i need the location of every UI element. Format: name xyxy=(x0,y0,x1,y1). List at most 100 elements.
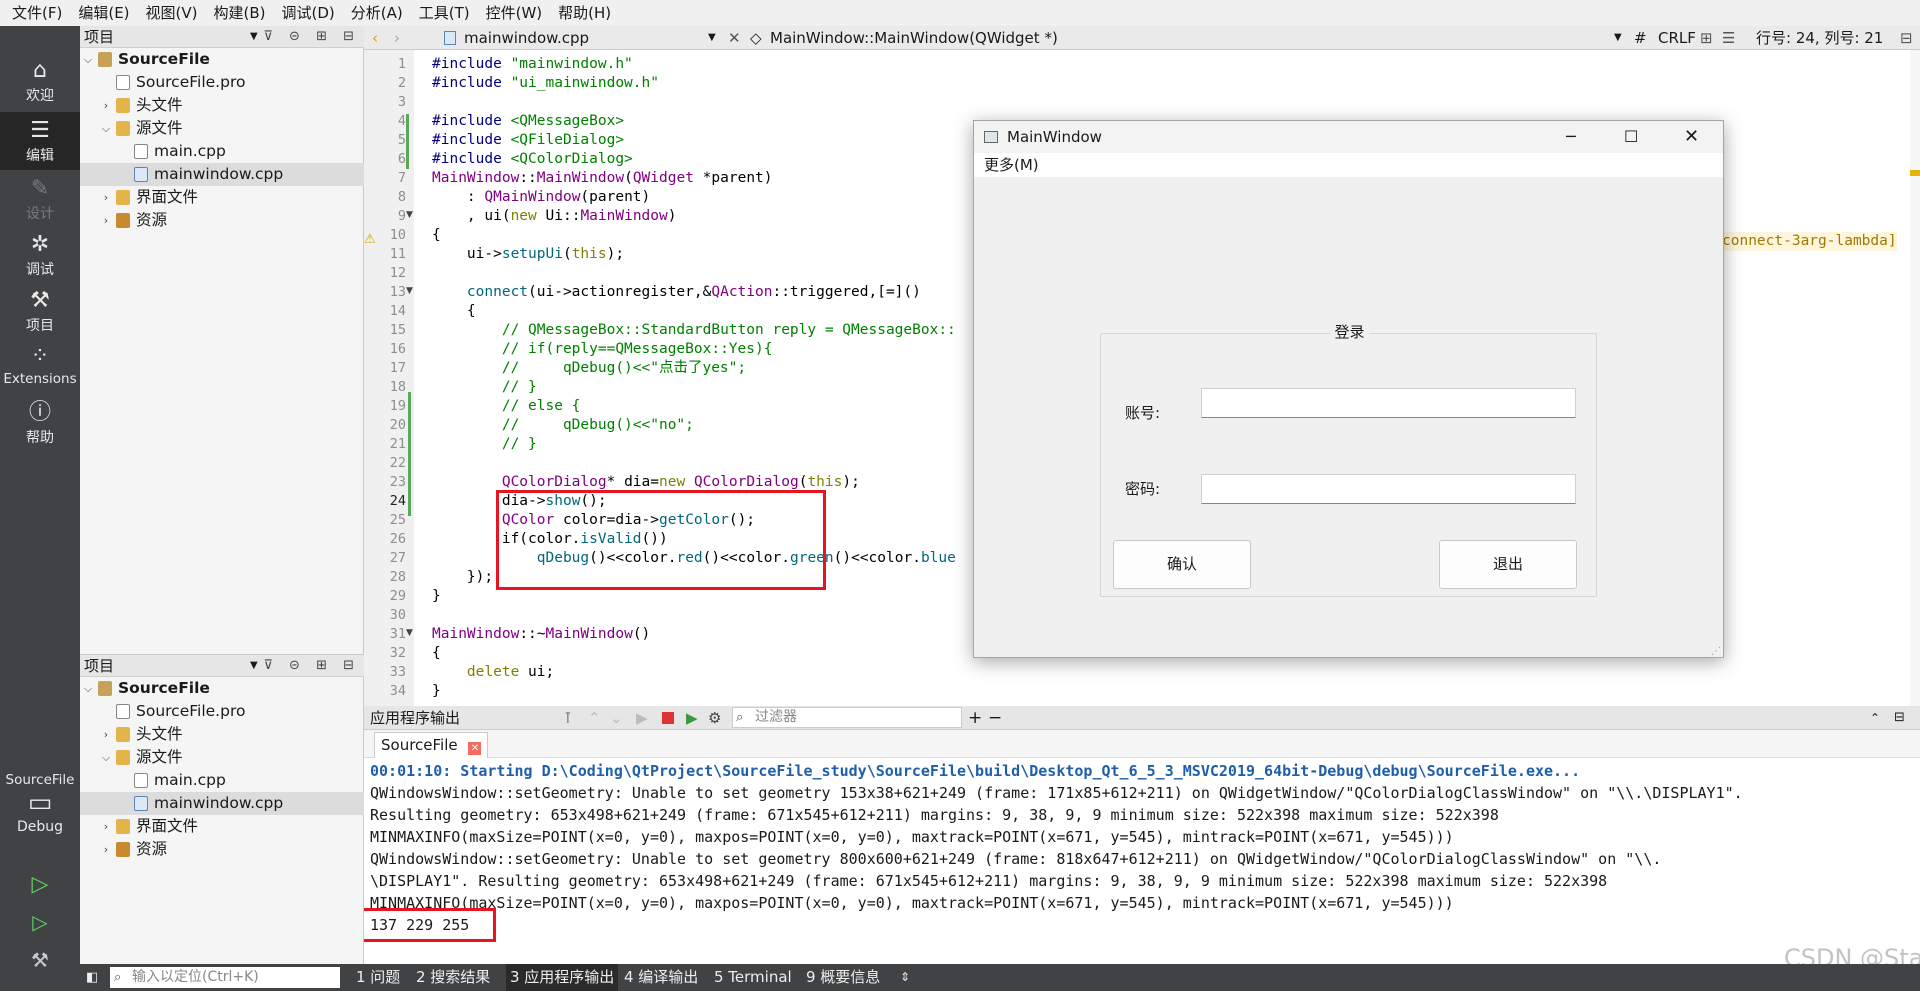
status-tab-app-output[interactable]: 3 应用程序输出 xyxy=(506,964,619,991)
split-editor-icon[interactable]: ⊟ xyxy=(1900,26,1913,50)
code-line[interactable]: : QMainWindow(parent) xyxy=(432,188,650,207)
confirm-button[interactable]: 确认 xyxy=(1113,540,1251,589)
code-line[interactable]: } xyxy=(432,682,441,701)
fold-arrow-icon[interactable]: ▼ xyxy=(406,286,413,296)
menu-edit[interactable]: 编辑(E) xyxy=(70,0,137,26)
status-tab-compile[interactable]: 4 编译输出 xyxy=(624,964,698,991)
code-line[interactable]: MainWindow::MainWindow(QWidget *parent) xyxy=(432,169,773,188)
filter-input[interactable]: 过滤器 xyxy=(732,707,962,728)
resize-grip-icon[interactable]: ⋰ xyxy=(1711,646,1721,657)
mode-edit[interactable]: ☰ 编辑 xyxy=(0,112,80,170)
code-line[interactable]: }); xyxy=(432,568,493,587)
add-icon[interactable]: + xyxy=(968,706,982,730)
pane-tools[interactable]: ⊽ ⊝ ⊞ ⊟ xyxy=(263,655,360,677)
code-line[interactable]: { xyxy=(432,226,441,245)
code-line[interactable]: #include <QColorDialog> xyxy=(432,150,633,169)
stop-button[interactable] xyxy=(662,712,674,724)
code-line[interactable]: // } xyxy=(432,435,537,454)
tree-item-root[interactable]: ⌵ SourceFile xyxy=(80,677,364,700)
code-line[interactable]: // QMessageBox::StandardButton reply = Q… xyxy=(432,321,956,340)
code-line[interactable]: #include <QFileDialog> xyxy=(432,131,624,150)
attach-icon[interactable]: ⊺ xyxy=(564,706,572,730)
code-line[interactable]: , ui(new Ui::MainWindow) xyxy=(432,207,677,226)
debug-attach-icon[interactable]: ▶ xyxy=(686,706,698,730)
symbol-dropdown-icon[interactable]: ▼ xyxy=(1614,26,1622,50)
fold-arrow-icon[interactable]: ▼ xyxy=(406,210,413,220)
pane-tools[interactable]: ⊽ ⊝ ⊞ ⊟ xyxy=(263,26,360,48)
mode-extensions[interactable]: ⁘ Extensions xyxy=(0,344,80,402)
debug-run-button[interactable]: ▷ xyxy=(0,910,80,940)
file-dropdown-icon[interactable]: ▼ xyxy=(708,26,716,50)
kit-selector[interactable]: SourceFile ▭ Debug xyxy=(0,772,80,862)
code-line[interactable]: // } xyxy=(432,378,537,397)
code-line[interactable]: #include "ui_mainwindow.h" xyxy=(432,74,659,93)
dropdown-arrow-icon[interactable]: ▼ xyxy=(250,26,258,48)
down-arrow-icon[interactable]: ⌄ xyxy=(610,706,623,730)
menu-widgets[interactable]: 控件(W) xyxy=(478,0,551,26)
code-line[interactable]: MainWindow::~MainWindow() xyxy=(432,625,650,644)
code-line[interactable]: ui->setupUi(this); xyxy=(432,245,624,264)
code-line[interactable]: #include <QMessageBox> xyxy=(432,112,624,131)
mode-debug[interactable]: ✲ 调试 xyxy=(0,232,80,290)
more-tabs-icon[interactable]: ⇕ xyxy=(900,964,910,991)
close-file-icon[interactable]: ✕ xyxy=(728,26,741,50)
mode-help[interactable]: ⓘ 帮助 xyxy=(0,400,80,458)
forward-arrow-icon[interactable]: › xyxy=(394,26,400,50)
close-tab-icon[interactable]: ✕ xyxy=(468,742,482,755)
tree-item-main[interactable]: main.cpp xyxy=(80,140,364,163)
password-input[interactable] xyxy=(1201,474,1576,504)
code-line[interactable]: #include "mainwindow.h" xyxy=(432,55,633,74)
rerun-icon[interactable]: ▶ xyxy=(636,706,648,730)
code-line[interactable]: connect(ui->actionregister,&QAction::tri… xyxy=(432,283,921,302)
open-file-name[interactable]: mainwindow.cpp xyxy=(464,26,589,50)
account-input[interactable] xyxy=(1201,388,1576,418)
menu-build[interactable]: 构建(B) xyxy=(206,0,274,26)
split-icon[interactable]: ⊞ xyxy=(1700,26,1713,50)
tree-item-headers[interactable]: › 头文件 xyxy=(80,723,364,746)
line-ending-selector[interactable]: CRLF xyxy=(1658,26,1696,50)
sidebar-toggle-icon[interactable]: ◧ xyxy=(86,964,98,991)
editor-scrollbar[interactable] xyxy=(1910,50,1920,706)
doc-icon[interactable]: ☰ xyxy=(1722,26,1735,50)
mode-project[interactable]: ⚒ 项目 xyxy=(0,288,80,346)
menu-analyze[interactable]: 分析(A) xyxy=(343,0,411,26)
output-tab-sourcefile[interactable]: SourceFile ✕ xyxy=(374,732,489,758)
remove-icon[interactable]: − xyxy=(988,706,1002,730)
menu-view[interactable]: 视图(V) xyxy=(138,0,206,26)
close-pane-icon[interactable]: ⊟ xyxy=(1894,706,1905,730)
tree-item-sources[interactable]: ⌵ 源文件 xyxy=(80,117,364,140)
menu-debug[interactable]: 调试(D) xyxy=(274,0,343,26)
tree-item-main[interactable]: main.cpp xyxy=(80,769,364,792)
menu-file[interactable]: 文件(F) xyxy=(4,0,70,26)
tree-item-pro[interactable]: SourceFile.pro xyxy=(80,700,364,723)
menu-more[interactable]: 更多(M) xyxy=(984,156,1039,174)
code-line[interactable]: delete ui; xyxy=(432,663,554,682)
tree-item-mainwindow[interactable]: mainwindow.cpp xyxy=(80,792,364,815)
application-output[interactable]: 00:01:10: Starting D:\Coding\QtProject\S… xyxy=(364,758,1920,964)
tree-item-mainwindow[interactable]: mainwindow.cpp xyxy=(80,163,364,186)
status-tab-general[interactable]: 9 概要信息 xyxy=(806,964,880,991)
code-line[interactable]: { xyxy=(432,644,441,663)
code-line[interactable]: { xyxy=(432,302,476,321)
tree-item-headers[interactable]: › 头文件 xyxy=(80,94,364,117)
settings-gear-icon[interactable]: ⚙ xyxy=(708,706,721,730)
run-button[interactable]: ▷ xyxy=(0,872,80,902)
symbol-selector[interactable]: MainWindow::MainWindow(QWidget *) xyxy=(770,26,1058,50)
maximize-pane-icon[interactable]: ⌃ xyxy=(1870,706,1880,730)
tree-item-forms[interactable]: › 界面文件 xyxy=(80,186,364,209)
exit-button[interactable]: 退出 xyxy=(1439,540,1577,589)
tree-item-root[interactable]: ⌵ SourceFile xyxy=(80,48,364,71)
tree-item-pro[interactable]: SourceFile.pro xyxy=(80,71,364,94)
code-line[interactable]: // qDebug()<<"no"; xyxy=(432,416,694,435)
code-line[interactable]: // else { xyxy=(432,397,581,416)
mode-welcome[interactable]: ⌂ 欢迎 xyxy=(0,58,80,116)
close-button[interactable]: ✕ xyxy=(1684,121,1699,153)
back-arrow-icon[interactable]: ‹ xyxy=(372,26,378,50)
code-line[interactable]: // if(reply==QMessageBox::Yes){ xyxy=(432,340,773,359)
status-tab-search[interactable]: 2 搜索结果 xyxy=(416,964,490,991)
dropdown-arrow-icon[interactable]: ▼ xyxy=(250,655,258,677)
maximize-button[interactable]: ☐ xyxy=(1624,121,1638,153)
tree-item-sources[interactable]: ⌵ 源文件 xyxy=(80,746,364,769)
up-arrow-icon[interactable]: ⌃ xyxy=(588,706,601,730)
cursor-position[interactable]: 行号: 24, 列号: 21 xyxy=(1756,26,1883,50)
